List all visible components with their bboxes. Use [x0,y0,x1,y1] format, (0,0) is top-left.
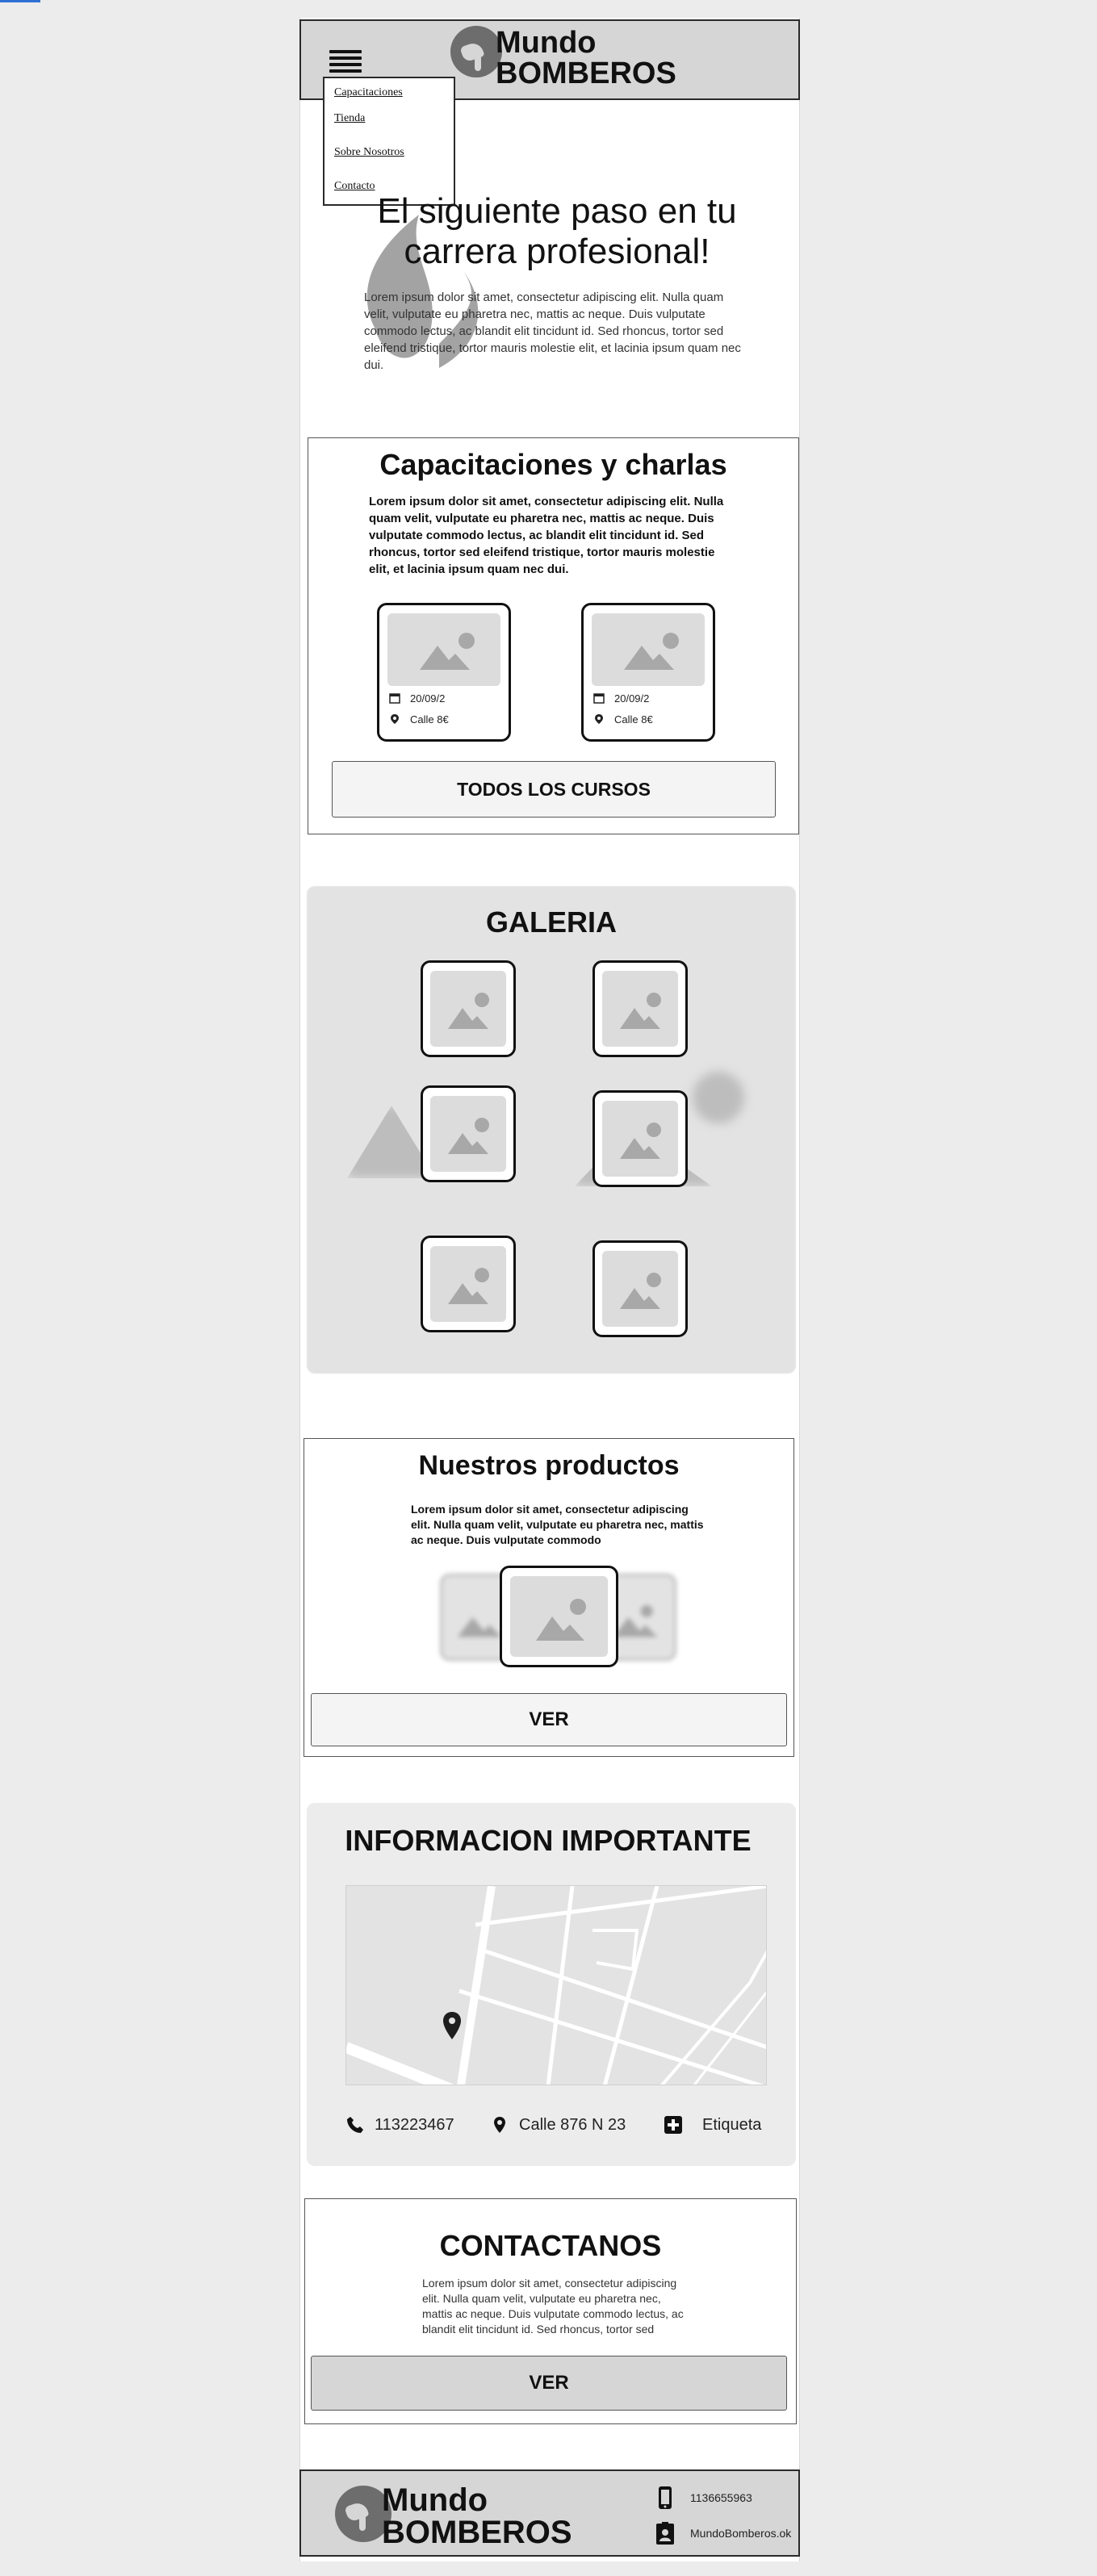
site-footer: Mundo BOMBEROS 1136655963 MundoBomberos.… [299,2469,800,2557]
globe-logo-icon[interactable] [450,26,502,77]
info-label: Etiqueta [664,2113,761,2137]
footer-logo-text: Mundo BOMBEROS [382,2484,572,2549]
footer-account: MundoBomberos.ok [655,2521,791,2545]
logo-line1: Mundo [496,26,597,60]
gallery-item[interactable] [421,960,516,1057]
all-courses-button[interactable]: TODOS LOS CURSOS [332,761,776,818]
location-pin-icon [494,2117,505,2133]
course-location: Calle 8€ [389,712,450,726]
calendar-icon [389,693,400,704]
courses-body: Lorem ipsum dolor sit amet, consectetur … [369,495,724,576]
nav-item-tienda[interactable]: Tienda [334,112,454,125]
gallery-item[interactable] [592,1240,688,1337]
location-pin-icon[interactable] [440,2010,464,2043]
hero-title: El siguiente paso en tu carrera profesio… [377,191,737,271]
calendar-icon [593,693,605,704]
gallery-item[interactable] [421,1236,516,1332]
image-placeholder-icon [602,1251,678,1327]
nav-dropdown-menu: Capacitaciones Tienda Sobre Nosotros Con… [323,77,455,206]
image-placeholder-icon [510,1576,608,1657]
location-pin-icon [391,714,399,724]
image-placeholder-icon [602,971,678,1047]
logo-text[interactable]: Mundo BOMBEROS [496,27,676,89]
course-location: Calle 8€ [593,712,655,726]
course-date: 20/09/2 [389,691,450,705]
contact-view-button[interactable]: VER [311,2356,787,2411]
footer-logo-line1: Mundo [382,2482,488,2518]
hero-body: Lorem ipsum dolor sit amet, consectetur … [364,291,741,372]
nav-item-capacitaciones[interactable]: Capacitaciones [334,86,454,99]
image-placeholder-icon [592,613,705,686]
location-pin-icon [595,714,603,724]
gallery-item[interactable] [421,1085,516,1182]
map-view[interactable] [345,1885,767,2085]
image-placeholder-icon [430,1246,506,1322]
products-title: Nuestros productos [418,1450,680,1481]
image-placeholder-icon [430,971,506,1047]
hamburger-menu-icon[interactable] [329,50,362,77]
blurred-sun-icon [693,1072,744,1123]
gallery-title: GALERIA [486,905,617,939]
gallery-item[interactable] [592,1090,688,1187]
logo-line2: BOMBEROS [496,56,676,90]
info-phone: 113223467 [345,2113,454,2137]
map-streets [346,1886,766,2085]
contact-card-icon [656,2522,674,2545]
image-placeholder-icon [430,1096,506,1172]
nav-item-sobre-nosotros[interactable]: Sobre Nosotros [334,146,454,159]
top-accent-line [0,0,40,2]
course-card[interactable]: 20/09/2 Calle 8€ [377,603,511,742]
gallery-item[interactable] [592,960,688,1057]
footer-phone: 1136655963 [655,2486,752,2510]
phone-icon [347,2117,363,2133]
info-title: INFORMACION IMPORTANTE [345,1824,752,1857]
mobile-phone-icon [659,2486,672,2509]
image-placeholder-icon [387,613,500,686]
contact-title: CONTACTANOS [439,2229,662,2262]
products-view-button[interactable]: VER [311,1693,787,1746]
footer-logo-line2: BOMBEROS [382,2515,572,2550]
courses-title: Capacitaciones y charlas [379,448,727,481]
course-card[interactable]: 20/09/2 Calle 8€ [581,603,715,742]
products-body: Lorem ipsum dolor sit amet, consectetur … [411,1503,704,1546]
medical-cross-icon [664,2116,682,2134]
image-placeholder-icon [602,1101,678,1177]
contact-body: Lorem ipsum dolor sit amet, consectetur … [422,2277,684,2336]
course-date: 20/09/2 [593,691,655,705]
info-address: Calle 876 N 23 [490,2113,627,2137]
product-carousel-item[interactable] [500,1566,618,1667]
